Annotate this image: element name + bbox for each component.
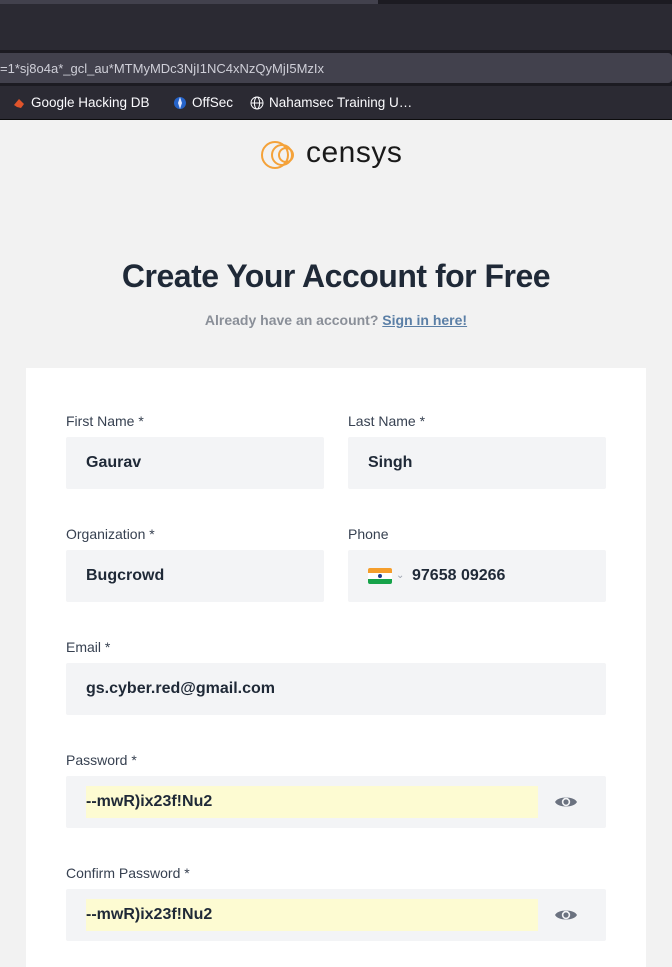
url-bar-row: =1*sj8o4a*_gcl_au*MTMyMDc3NjI1NC4xNzQyMj… (0, 50, 672, 86)
organization-field[interactable]: Bugcrowd (66, 550, 324, 602)
bookmark-label: Nahamsec Training U… (269, 95, 413, 110)
exploit-db-icon (14, 98, 24, 108)
email-field[interactable]: gs.cyber.red@gmail.com (66, 663, 606, 715)
password-field[interactable]: --mwR)ix23f!Nu2 (66, 776, 606, 828)
signin-prompt: Already have an account? (204, 312, 379, 328)
india-flag-icon[interactable] (368, 568, 392, 584)
password-input[interactable]: --mwR)ix23f!Nu2 (86, 786, 538, 818)
bookmark-google-hacking-db[interactable]: Google Hacking DB (12, 95, 150, 110)
show-confirm-password-eye-icon[interactable] (554, 906, 578, 924)
censys-logo-icon (261, 141, 294, 169)
confirm-password-input[interactable]: --mwR)ix23f!Nu2 (86, 899, 538, 931)
confirm-password-label: Confirm Password * (66, 865, 190, 881)
organization-value: Bugcrowd (86, 567, 165, 584)
signin-prompt-line: Already have an account? Sign in here! (0, 312, 672, 328)
first-name-label: First Name * (66, 413, 144, 429)
brand-name: censys (306, 136, 403, 169)
phone-field[interactable]: ⌄ 97658 09266 (348, 550, 606, 602)
signup-page: censys Create Your Account for Free Alre… (0, 120, 672, 967)
password-value: --mwR)ix23f!Nu2 (86, 793, 213, 810)
bookmark-label: OffSec (192, 95, 234, 110)
bookmarks-bar: Google Hacking DB OffSec Nahamsec Traini… (0, 86, 672, 120)
bookmark-offsec[interactable]: OffSec (173, 95, 233, 110)
confirm-password-field[interactable]: --mwR)ix23f!Nu2 (66, 889, 606, 941)
phone-label: Phone (348, 526, 389, 542)
globe-icon (250, 96, 264, 109)
toolbar-row (0, 4, 672, 48)
browser-titlebar (0, 0, 672, 50)
last-name-field[interactable]: Singh (348, 437, 606, 489)
offsec-icon (174, 96, 186, 109)
show-password-eye-icon[interactable] (554, 793, 578, 811)
email-value: gs.cyber.red@gmail.com (86, 680, 276, 697)
last-name-value: Singh (368, 454, 413, 471)
bookmark-label: Google Hacking DB (31, 95, 150, 110)
phone-value: 97658 09266 (412, 567, 506, 584)
last-name-label: Last Name * (348, 413, 426, 429)
url-bar[interactable]: =1*sj8o4a*_gcl_au*MTMyMDc3NjI1NC4xNzQyMj… (0, 53, 672, 83)
bookmark-nahamsec[interactable]: Nahamsec Training U… (250, 95, 412, 110)
signup-form: First Name * Gaurav Last Name * Singh Or… (26, 368, 646, 967)
confirm-password-value: --mwR)ix23f!Nu2 (86, 906, 213, 923)
url-text[interactable]: =1*sj8o4a*_gcl_au*MTMyMDc3NjI1NC4xNzQyMj… (0, 61, 324, 76)
censys-logo[interactable]: censys (260, 136, 403, 172)
first-name-field[interactable]: Gaurav (66, 437, 324, 489)
page-title: Create Your Account for Free (121, 258, 551, 294)
chevron-down-icon[interactable]: ⌄ (396, 570, 404, 581)
organization-label: Organization * (66, 526, 155, 542)
first-name-value: Gaurav (86, 454, 142, 471)
sign-in-link[interactable]: Sign in here! (382, 312, 467, 328)
email-label: Email * (66, 639, 111, 655)
password-label: Password * (66, 752, 137, 768)
